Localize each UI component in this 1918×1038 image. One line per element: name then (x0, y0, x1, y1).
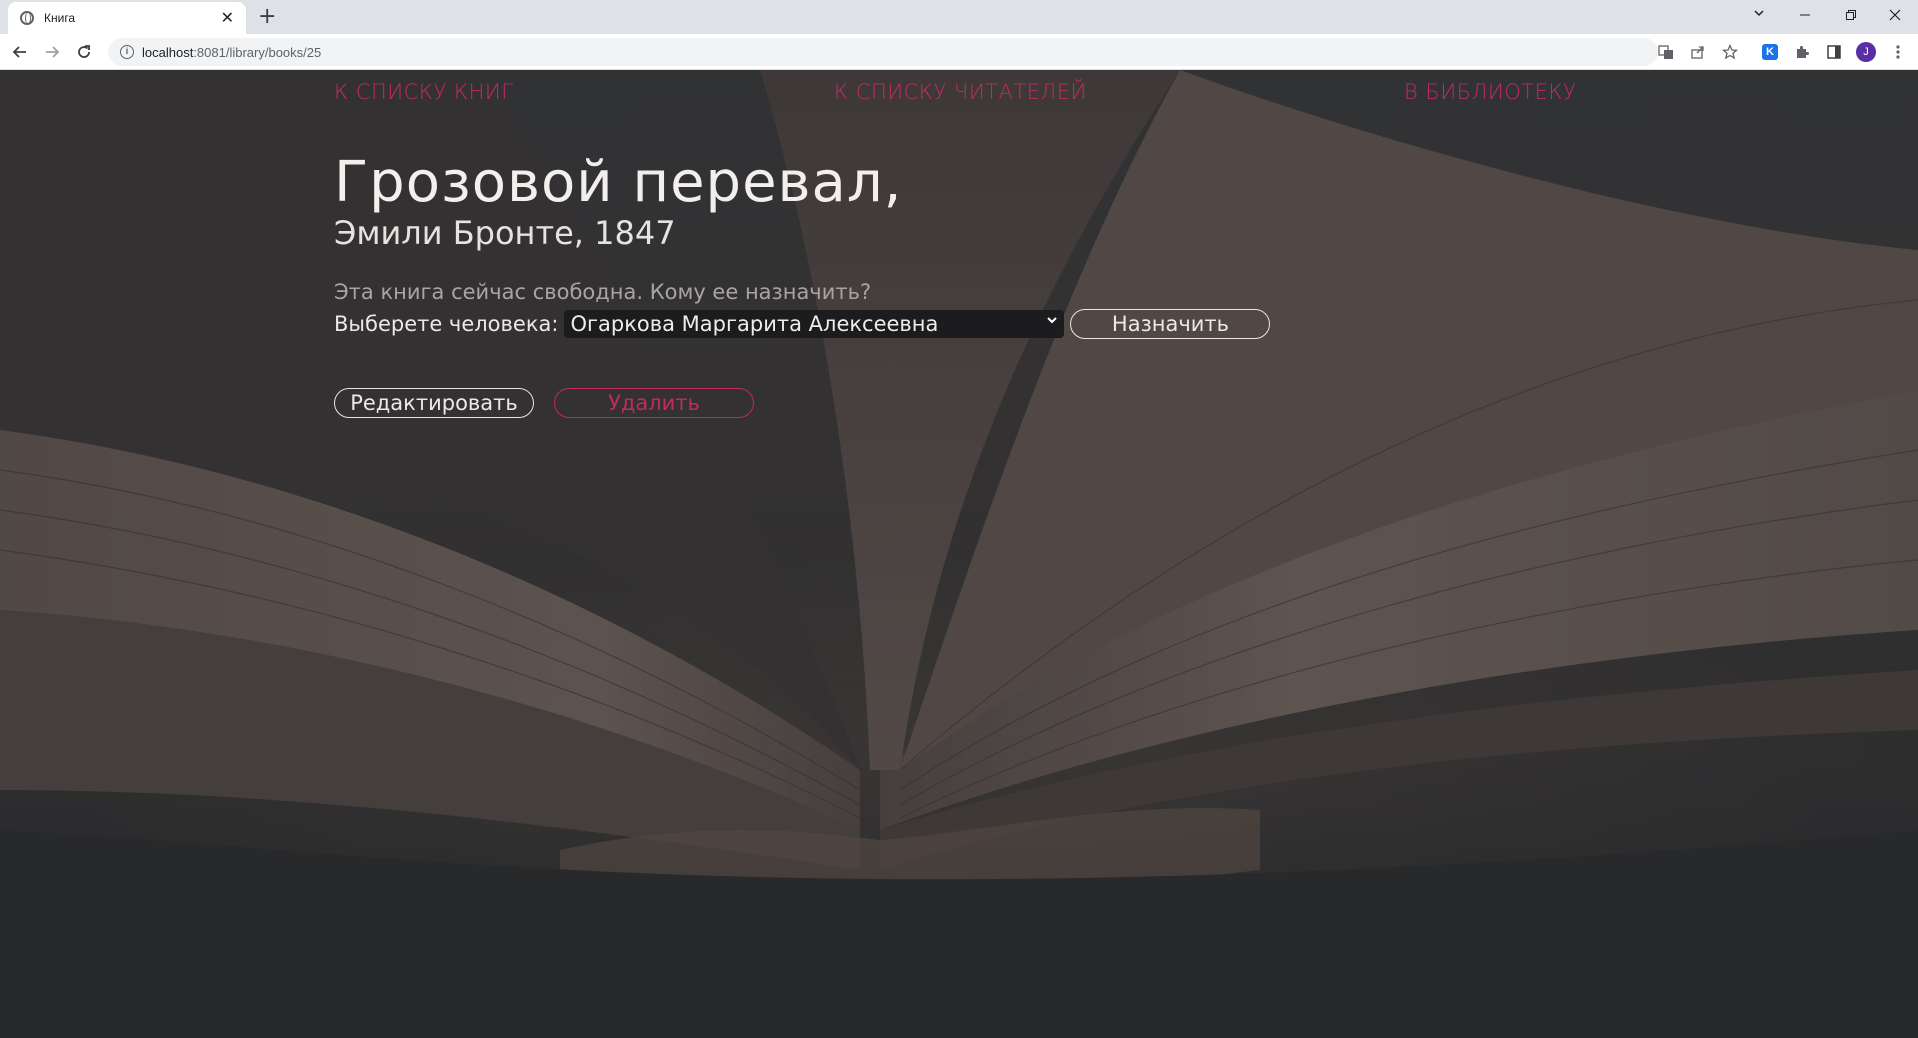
address-bar[interactable]: i localhost:8081/library/books/25 (108, 38, 1658, 66)
kebab-menu-icon[interactable] (1888, 42, 1908, 62)
browser-toolbar: i localhost:8081/library/books/25 K J (0, 34, 1918, 70)
extension-k-label: K (1762, 44, 1778, 60)
edit-button[interactable]: Редактировать (334, 388, 534, 418)
forward-button[interactable] (40, 40, 64, 64)
chevron-down-icon (1046, 314, 1058, 330)
assign-button-label: Назначить (1111, 312, 1230, 336)
restore-button[interactable] (1828, 0, 1874, 30)
new-tab-button[interactable]: + (258, 4, 276, 30)
page-content: К СПИСКУ КНИГ К СПИСКУ ЧИТАТЕЛЕЙ В БИБЛИ… (0, 70, 1918, 1038)
info-icon[interactable]: i (120, 45, 134, 59)
arrow-right-icon (46, 46, 60, 58)
avatar-letter: J (1856, 42, 1876, 62)
side-panel-icon[interactable] (1824, 42, 1844, 62)
restore-icon (1846, 10, 1856, 20)
tab-title: Книга (44, 11, 76, 25)
share-icon[interactable] (1688, 42, 1708, 62)
back-button[interactable] (8, 40, 32, 64)
star-icon[interactable] (1720, 42, 1740, 62)
edit-button-label: Редактировать (350, 391, 518, 415)
browser-tabstrip: Книга ✕ + (0, 0, 1918, 34)
minimize-icon (1800, 14, 1810, 16)
delete-button[interactable]: Удалить (554, 388, 754, 418)
dark-overlay (0, 70, 1918, 1038)
arrow-left-icon (12, 46, 26, 58)
delete-button-label: Удалить (608, 391, 700, 415)
assign-form: Выберете человека: Огаркова Маргарита Ал… (334, 308, 1271, 340)
tab-search-button[interactable] (1736, 0, 1782, 30)
minimize-button[interactable] (1782, 0, 1828, 30)
nav-library-link[interactable]: В БИБЛИОТЕКУ (1404, 80, 1576, 104)
nav-books-link[interactable]: К СПИСКУ КНИГ (334, 80, 513, 104)
browser-tab[interactable]: Книга ✕ (8, 2, 246, 34)
person-select[interactable]: Огаркова Маргарита Алексеевна (564, 310, 1065, 338)
book-author-year: Эмили Бронте, 1847 (334, 214, 676, 252)
availability-status: Эта книга сейчас свободна. Кому ее назна… (334, 280, 872, 304)
url-text: localhost:8081/library/books/25 (142, 45, 321, 60)
chevron-down-icon (1752, 6, 1766, 24)
reload-button[interactable] (72, 40, 96, 64)
close-icon (1889, 9, 1901, 21)
select-person-label: Выберете человека: (334, 312, 559, 336)
tab-close-button[interactable]: ✕ (221, 10, 234, 26)
book-year: 1847 (594, 214, 676, 252)
url-path: :8081/library/books/25 (193, 44, 322, 60)
extension-k-icon[interactable]: K (1760, 42, 1780, 62)
profile-avatar[interactable]: J (1856, 42, 1876, 62)
reload-icon (78, 45, 90, 58)
book-author: Эмили Бронте (334, 214, 574, 252)
book-title: Грозовой перевал, (334, 150, 903, 215)
assign-button[interactable]: Назначить (1070, 309, 1271, 339)
url-host: localhost (142, 44, 194, 60)
nav-readers-link[interactable]: К СПИСКУ ЧИТАТЕЛЕЙ (834, 80, 1087, 104)
selected-person: Огаркова Маргарита Алексеевна (570, 312, 939, 336)
translate-icon[interactable] (1656, 42, 1676, 62)
close-window-button[interactable] (1872, 0, 1918, 30)
globe-icon (20, 11, 34, 25)
top-navigation: К СПИСКУ КНИГ К СПИСКУ ЧИТАТЕЛЕЙ В БИБЛИ… (0, 80, 1918, 110)
extensions-puzzle-icon[interactable] (1792, 42, 1812, 62)
